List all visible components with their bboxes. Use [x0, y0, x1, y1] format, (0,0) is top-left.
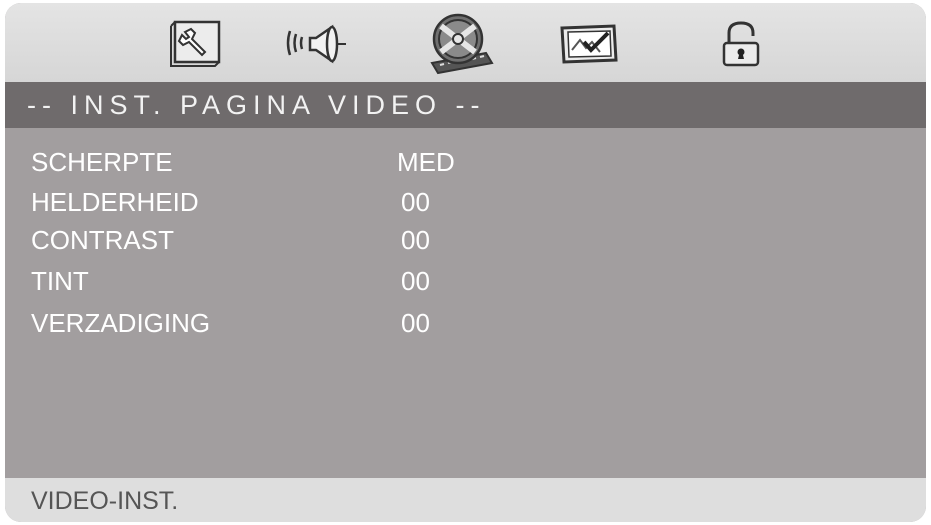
padlock-icon	[716, 19, 766, 69]
page-title: -- INST. PAGINA VIDEO --	[27, 90, 486, 120]
status-text: VIDEO-INST.	[31, 487, 179, 515]
speaker-icon	[280, 21, 350, 67]
wrench-icon	[165, 18, 229, 70]
setting-row-scherpte[interactable]: SCHERPTE MED	[5, 147, 926, 187]
setting-label: VERZADIGING	[31, 308, 211, 338]
setting-value: 00	[401, 187, 430, 217]
film-reel-icon	[426, 13, 498, 75]
tab-preference-setup[interactable]	[552, 13, 626, 75]
setting-value: 00	[401, 308, 430, 338]
setting-row-tint[interactable]: TINT 00	[5, 266, 926, 306]
tab-password-setup[interactable]	[704, 13, 778, 75]
tab-audio-setup[interactable]	[278, 13, 352, 75]
setting-label: TINT	[31, 266, 89, 296]
checked-picture-icon	[554, 20, 624, 68]
tab-general-setup[interactable]	[160, 13, 234, 75]
setting-value: 00	[401, 225, 430, 255]
status-bar: VIDEO-INST.	[5, 478, 926, 522]
setting-value: 00	[401, 266, 430, 296]
setting-row-verzadiging[interactable]: VERZADIGING 00	[5, 308, 926, 348]
settings-list: SCHERPTE MED HELDERHEID 00 CONTRAST 00 T…	[5, 128, 926, 478]
setting-row-helderheid[interactable]: HELDERHEID 00	[5, 187, 926, 227]
setting-label: CONTRAST	[31, 225, 174, 255]
title-bar: -- INST. PAGINA VIDEO --	[5, 82, 926, 128]
setting-label: SCHERPTE	[31, 147, 173, 177]
tab-video-setup[interactable]	[425, 13, 499, 75]
setting-row-contrast[interactable]: CONTRAST 00	[5, 225, 926, 265]
osd-menu: -- INST. PAGINA VIDEO -- SCHERPTE MED HE…	[5, 3, 926, 522]
setting-label: HELDERHEID	[31, 187, 199, 217]
setting-value: MED	[397, 147, 455, 177]
tab-bar	[5, 3, 926, 82]
